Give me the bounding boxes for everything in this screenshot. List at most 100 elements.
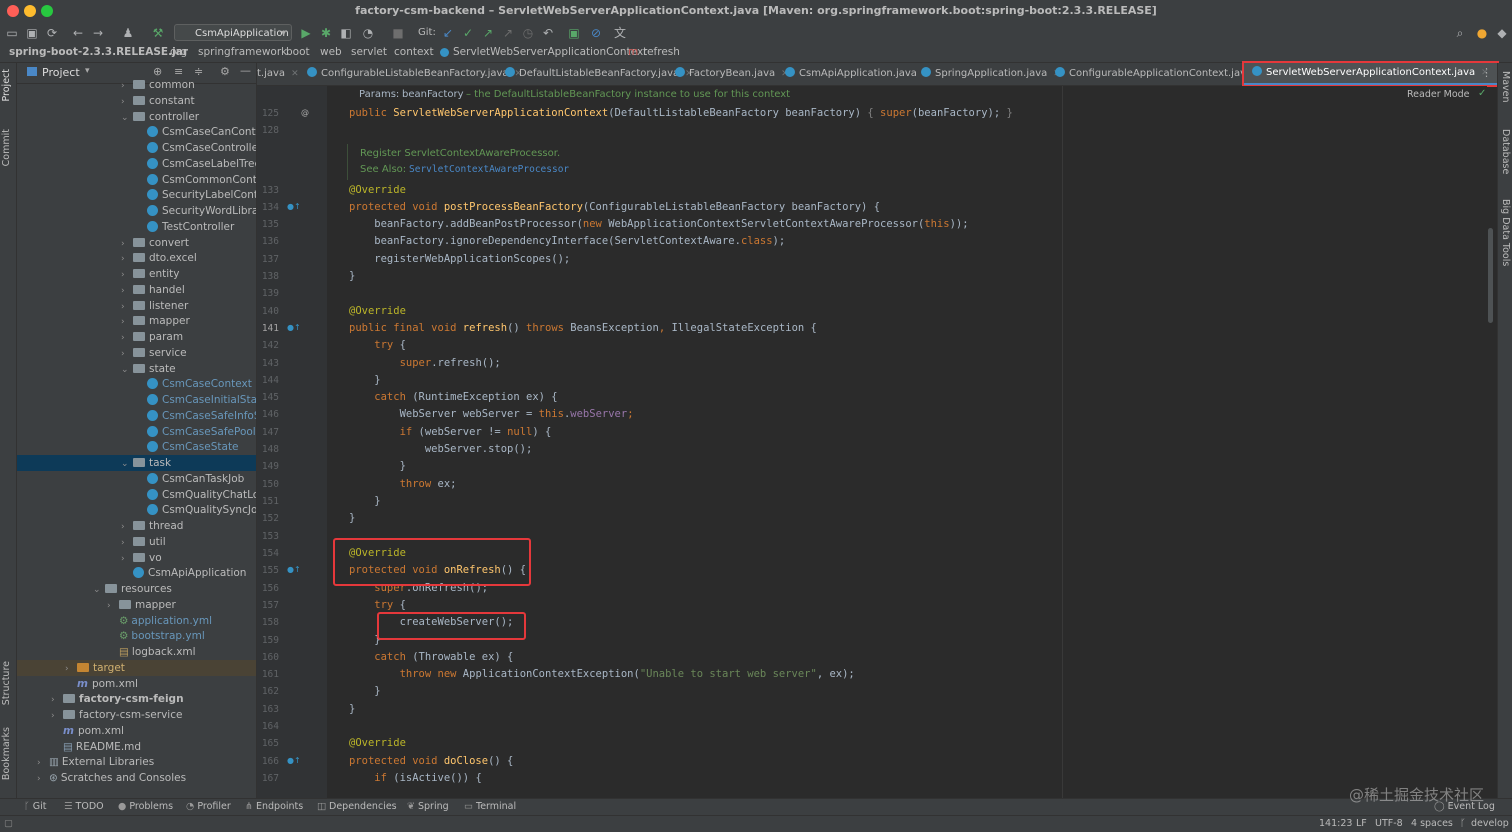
- editor-tab[interactable]: DefaultListableBeanFactory.java ✕: [505, 63, 693, 85]
- tool-window-button[interactable]: ◫ Dependencies: [317, 801, 397, 812]
- tree-item[interactable]: › entity: [121, 266, 179, 282]
- project-panel-title[interactable]: Project: [42, 66, 80, 79]
- rollback-icon[interactable]: ↶: [540, 25, 556, 41]
- chevron-down-icon[interactable]: ⌄: [121, 456, 133, 472]
- save-icon[interactable]: ▣: [24, 25, 40, 41]
- profile-icon[interactable]: ◔: [360, 25, 376, 41]
- bookmarks-tool-tab[interactable]: Bookmarks: [1, 727, 12, 780]
- tree-item[interactable]: SecurityLabelControlle: [147, 187, 256, 203]
- line-separator[interactable]: LF: [1356, 818, 1367, 829]
- chevron-right-icon[interactable]: ›: [121, 267, 133, 283]
- chevron-right-icon[interactable]: ›: [65, 661, 77, 677]
- editor-tab[interactable]: CsmApiApplication.java✕: [785, 63, 930, 85]
- chevron-right-icon[interactable]: ›: [121, 299, 133, 315]
- user-icon[interactable]: ♟: [120, 25, 136, 41]
- tree-item[interactable]: SecurityWordLibraryCo: [147, 203, 256, 219]
- tree-item[interactable]: ⌄ resources: [93, 581, 172, 597]
- close-tab-icon[interactable]: ✕: [291, 69, 299, 79]
- chevron-right-icon[interactable]: ›: [121, 251, 133, 267]
- tree-item[interactable]: CsmApiApplication: [133, 565, 246, 581]
- big-data-tools-tab[interactable]: Big Data Tools: [1500, 199, 1511, 266]
- tree-item[interactable]: ▤ logback.xml: [119, 644, 196, 660]
- tree-item[interactable]: CsmCaseCanControlle: [147, 124, 256, 140]
- tree-item[interactable]: CsmQualitySyncJob: [147, 502, 256, 518]
- tree-item[interactable]: CsmQualityChatLogJo: [147, 487, 256, 503]
- tool-window-button[interactable]: ▭ Terminal: [464, 801, 516, 812]
- chevron-right-icon[interactable]: ›: [37, 771, 49, 787]
- editor-tab[interactable]: t.java ✕: [257, 63, 299, 85]
- breadcrumb-item[interactable]: org: [170, 46, 187, 58]
- block-icon[interactable]: ⊘: [588, 25, 604, 41]
- override-marker-icon[interactable]: @: [301, 108, 309, 117]
- breadcrumb-item[interactable]: spring-boot-2.3.3.RELEASE.jar: [9, 46, 188, 58]
- git-update-icon[interactable]: ↙: [440, 25, 456, 41]
- project-tool-tab[interactable]: Project: [1, 69, 12, 102]
- breadcrumb-item[interactable]: ServletWebServerApplicationContext: [453, 46, 647, 58]
- back-arrow-icon[interactable]: ←: [70, 25, 86, 41]
- run-configuration-select[interactable]: CsmApiApplication ▾: [174, 24, 292, 41]
- tree-item[interactable]: › factory-csm-service: [51, 707, 182, 723]
- tree-item[interactable]: CsmCaseLabelTreeCo: [147, 156, 256, 172]
- chevron-right-icon[interactable]: ›: [121, 535, 133, 551]
- tree-item[interactable]: › param: [121, 329, 183, 345]
- git-history-icon[interactable]: ↗: [500, 25, 516, 41]
- tree-item[interactable]: CsmCaseState: [147, 439, 239, 455]
- override-marker-icon[interactable]: ●↑: [287, 323, 301, 332]
- gear-icon[interactable]: ⚙: [220, 65, 230, 78]
- chevron-down-icon[interactable]: ⌄: [121, 362, 133, 378]
- tree-item[interactable]: CsmCaseContext: [147, 376, 252, 392]
- tree-item[interactable]: CsmCaseSafeInfoStat: [147, 408, 256, 424]
- file-encoding[interactable]: UTF-8: [1375, 818, 1403, 829]
- tree-item[interactable]: m pom.xml: [63, 723, 124, 739]
- reader-mode-button[interactable]: Reader Mode: [1407, 89, 1470, 100]
- breadcrumb-item[interactable]: web: [320, 46, 342, 58]
- tree-item[interactable]: CsmCommonControlle: [147, 172, 256, 188]
- tree-item[interactable]: › util: [121, 534, 166, 550]
- tree-item[interactable]: TestController: [147, 219, 234, 235]
- tool-window-button[interactable]: ❦ Spring: [407, 801, 449, 812]
- coverage-icon[interactable]: ◧: [338, 25, 354, 41]
- editor-tab[interactable]: ConfigurableListableBeanFactory.java ✕: [307, 63, 522, 85]
- tree-item[interactable]: › ▥ External Libraries: [37, 754, 154, 770]
- breadcrumb-item[interactable]: springframework: [198, 46, 287, 58]
- tool-window-button[interactable]: ᚴ Git: [24, 801, 46, 812]
- editor-tab[interactable]: FactoryBean.java✕: [675, 63, 789, 85]
- tree-item[interactable]: CsmCanTaskJob: [147, 471, 244, 487]
- editor-tab[interactable]: ServletWebServerApplicationContext.java ✕: [1242, 61, 1499, 87]
- tree-item[interactable]: › common: [121, 77, 195, 93]
- tree-item[interactable]: CsmCaseSafePoolStat: [147, 424, 256, 440]
- chevron-right-icon[interactable]: ›: [37, 755, 49, 771]
- chevron-down-icon[interactable]: ⌄: [93, 582, 105, 598]
- tree-item[interactable]: › convert: [121, 235, 189, 251]
- spring-icon[interactable]: ▣: [566, 25, 582, 41]
- tree-item[interactable]: › listener: [121, 298, 188, 314]
- indent-setting[interactable]: 4 spaces: [1411, 818, 1453, 829]
- breadcrumb-item[interactable]: servlet: [351, 46, 387, 58]
- tree-item[interactable]: › mapper: [107, 597, 176, 613]
- chevron-down-icon[interactable]: ▾: [85, 66, 90, 76]
- chevron-right-icon[interactable]: ›: [51, 692, 63, 708]
- chevron-right-icon[interactable]: ›: [121, 236, 133, 252]
- chevron-right-icon[interactable]: ›: [121, 314, 133, 330]
- tool-window-button[interactable]: ⋔ Endpoints: [245, 801, 303, 812]
- tree-item[interactable]: m pom.xml: [77, 676, 138, 692]
- tree-item[interactable]: › constant: [121, 93, 195, 109]
- open-folder-icon[interactable]: ▭: [4, 25, 20, 41]
- chevron-right-icon[interactable]: ›: [121, 78, 133, 94]
- database-tool-tab[interactable]: Database: [1500, 129, 1511, 174]
- chevron-right-icon[interactable]: ›: [121, 519, 133, 535]
- see-also-link[interactable]: ServletContextAwareProcessor: [409, 164, 569, 175]
- chevron-right-icon[interactable]: ›: [121, 283, 133, 299]
- tree-item[interactable]: › vo: [121, 550, 162, 566]
- tree-item[interactable]: › target: [65, 660, 125, 676]
- git-commit-icon[interactable]: ✓: [460, 25, 476, 41]
- structure-tool-tab[interactable]: Structure: [1, 661, 12, 705]
- tree-item[interactable]: ⌄ state: [121, 361, 176, 377]
- tool-window-button[interactable]: ☰ TODO: [64, 801, 104, 812]
- ide-logo-icon[interactable]: ◆: [1494, 25, 1510, 41]
- tree-item[interactable]: › mapper: [121, 313, 190, 329]
- editor-tab[interactable]: ConfigurableApplicationContext.java✕: [1055, 63, 1266, 85]
- chevron-down-icon[interactable]: ⌄: [121, 110, 133, 126]
- update-icon[interactable]: ●: [1474, 25, 1490, 41]
- translate-icon[interactable]: 文: [612, 25, 628, 41]
